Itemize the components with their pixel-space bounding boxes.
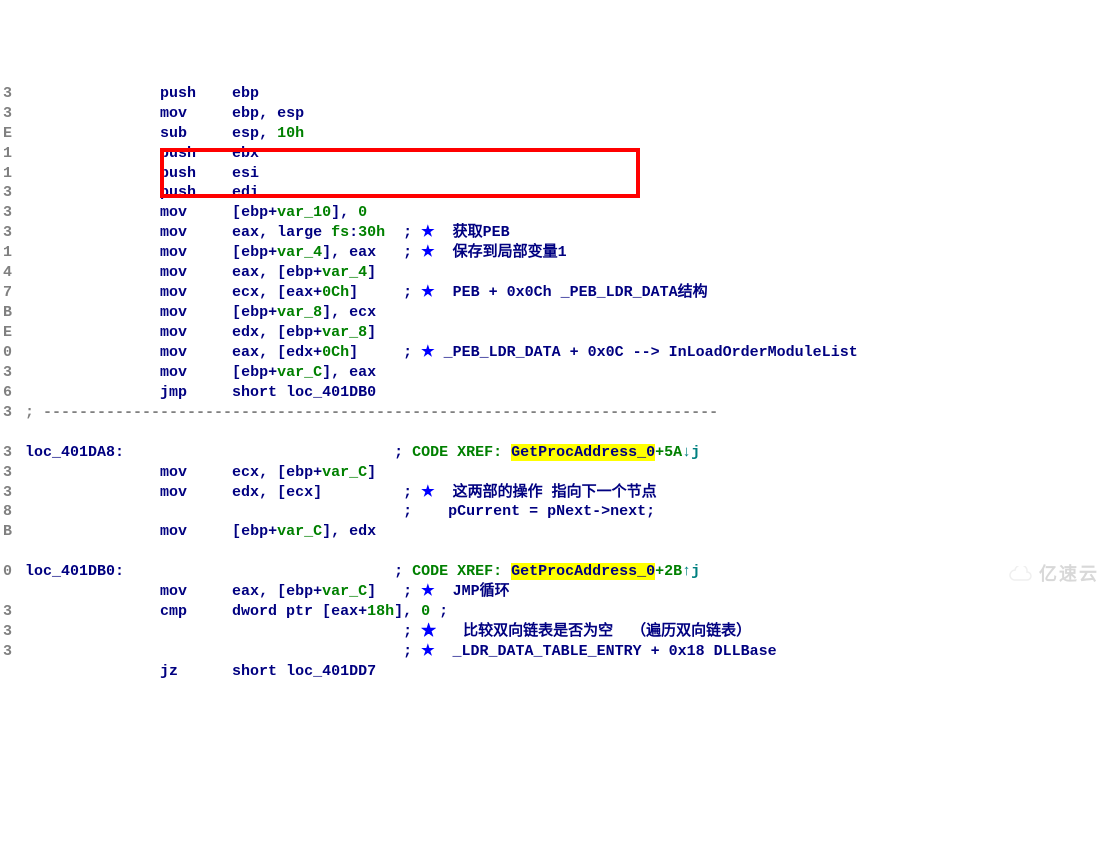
asm-line[interactable]: 3 ; ★ 比较双向链表是否为空 （遍历双向链表） (0, 622, 1117, 642)
asm-line[interactable]: 1 push esi (0, 164, 1117, 184)
star-icon: ★ (421, 344, 443, 361)
gutter-char: 3 (0, 463, 12, 483)
mnemonic: mov (160, 464, 232, 481)
asm-line[interactable]: 8 ; pCurrent = pNext->next; (0, 502, 1117, 522)
gutter-char: 3 (0, 642, 12, 662)
asm-line[interactable]: 1 push ebx (0, 144, 1117, 164)
gutter-char: B (0, 303, 12, 323)
gutter-char: 6 (0, 383, 12, 403)
gutter-char: 3 (0, 443, 12, 463)
asm-line[interactable]: 3 mov [ebp+var_10], 0 (0, 203, 1117, 223)
asm-line[interactable]: 3 mov ecx, [ebp+var_C] (0, 463, 1117, 483)
gutter-char: 0 (0, 562, 12, 582)
star-icon: ★ (421, 583, 443, 600)
mnemonic: push (160, 145, 232, 162)
star-icon: ★ (421, 284, 443, 301)
gutter-char: 3 (0, 602, 12, 622)
mnemonic: mov (160, 304, 232, 321)
code-label: loc_401DB0: (16, 563, 124, 580)
mnemonic: push (160, 85, 232, 102)
mnemonic: mov (160, 264, 232, 281)
gutter-char: 3 (0, 203, 12, 223)
asm-line[interactable]: E sub esp, 10h (0, 124, 1117, 144)
asm-line[interactable]: 3 push ebp (0, 84, 1117, 104)
gutter-char: 3 (0, 622, 12, 642)
asm-line[interactable] (0, 423, 1117, 443)
asm-line[interactable]: 3 ; ★ _LDR_DATA_TABLE_ENTRY + 0x18 DLLBa… (0, 642, 1117, 662)
mnemonic: mov (160, 344, 232, 361)
star-icon: ★ (421, 484, 443, 501)
mnemonic: sub (160, 125, 232, 142)
asm-line[interactable]: 3 push edi (0, 183, 1117, 203)
mnemonic: mov (160, 364, 232, 381)
asm-line[interactable]: 3 mov edx, [ecx] ; ★ 这两部的操作 指向下一个节点 (0, 483, 1117, 503)
gutter-char: 3 (0, 403, 12, 423)
xref-symbol: GetProcAddress_0 (511, 563, 655, 580)
mnemonic: push (160, 184, 232, 201)
gutter-char: 1 (0, 144, 12, 164)
gutter-char: 3 (0, 483, 12, 503)
star-icon: ★ (421, 244, 443, 261)
mnemonic: mov (160, 324, 232, 341)
gutter-char: E (0, 124, 12, 144)
asm-line[interactable]: 3 cmp dword ptr [eax+18h], 0 ; (0, 602, 1117, 622)
asm-line[interactable]: jz short loc_401DD7 (0, 662, 1117, 682)
mnemonic: cmp (160, 603, 232, 620)
gutter-char: E (0, 323, 12, 343)
watermark-text: 亿速云 (1039, 563, 1099, 587)
mnemonic: mov (160, 583, 232, 600)
gutter-char: 4 (0, 263, 12, 283)
asm-line[interactable]: E mov edx, [ebp+var_8] (0, 323, 1117, 343)
asm-line[interactable]: 3 mov eax, large fs:30h ; ★ 获取PEB (0, 223, 1117, 243)
gutter-char: 8 (0, 502, 12, 522)
asm-line[interactable]: 0 loc_401DB0: ; CODE XREF: GetProcAddres… (0, 562, 1117, 582)
asm-line[interactable]: 1 mov [ebp+var_4], eax ; ★ 保存到局部变量1 (0, 243, 1117, 263)
mnemonic: mov (160, 105, 232, 122)
star-icon: ★ (421, 643, 443, 660)
mnemonic: jmp (160, 384, 232, 401)
watermark: 亿速云 (1007, 563, 1099, 587)
star-icon: ★ (421, 623, 445, 640)
asm-line[interactable]: 3 mov [ebp+var_C], eax (0, 363, 1117, 383)
gutter-char: 0 (0, 343, 12, 363)
gutter-char: 3 (0, 363, 12, 383)
gutter-char: 3 (0, 183, 12, 203)
asm-line[interactable]: 3 loc_401DA8: ; CODE XREF: GetProcAddres… (0, 443, 1117, 463)
mnemonic: mov (160, 484, 232, 501)
mnemonic: mov (160, 523, 232, 540)
code-label: loc_401DA8: (16, 444, 124, 461)
mnemonic: push (160, 165, 232, 182)
gutter-char: 1 (0, 164, 12, 184)
asm-line[interactable]: 3 ; ------------------------------------… (0, 403, 1117, 423)
xref-symbol: GetProcAddress_0 (511, 444, 655, 461)
asm-line[interactable]: 3 mov ebp, esp (0, 104, 1117, 124)
gutter-char: 3 (0, 84, 12, 104)
asm-line[interactable]: 7 mov ecx, [eax+0Ch] ; ★ PEB + 0x0Ch _PE… (0, 283, 1117, 303)
mnemonic: mov (160, 204, 232, 221)
asm-line[interactable]: B mov [ebp+var_8], ecx (0, 303, 1117, 323)
asm-line[interactable]: 4 mov eax, [ebp+var_4] (0, 263, 1117, 283)
gutter-char: 1 (0, 243, 12, 263)
asm-line[interactable]: 6 jmp short loc_401DB0 (0, 383, 1117, 403)
disassembly-listing[interactable]: 3 push ebp3 mov ebp, espE sub esp, 10h1 … (0, 84, 1117, 682)
gutter-char: B (0, 522, 12, 542)
asm-line[interactable]: mov eax, [ebp+var_C] ; ★ JMP循环 (0, 582, 1117, 602)
star-icon: ★ (421, 224, 443, 241)
mnemonic: mov (160, 284, 232, 301)
asm-line[interactable] (0, 542, 1117, 562)
cloud-icon (1007, 566, 1033, 584)
mnemonic: mov (160, 244, 232, 261)
asm-line[interactable]: 0 mov eax, [edx+0Ch] ; ★ _PEB_LDR_DATA +… (0, 343, 1117, 363)
mnemonic: jz (160, 663, 232, 680)
mnemonic: mov (160, 224, 232, 241)
gutter-char: 3 (0, 104, 12, 124)
asm-line[interactable]: B mov [ebp+var_C], edx (0, 522, 1117, 542)
gutter-char: 3 (0, 223, 12, 243)
gutter-char: 7 (0, 283, 12, 303)
